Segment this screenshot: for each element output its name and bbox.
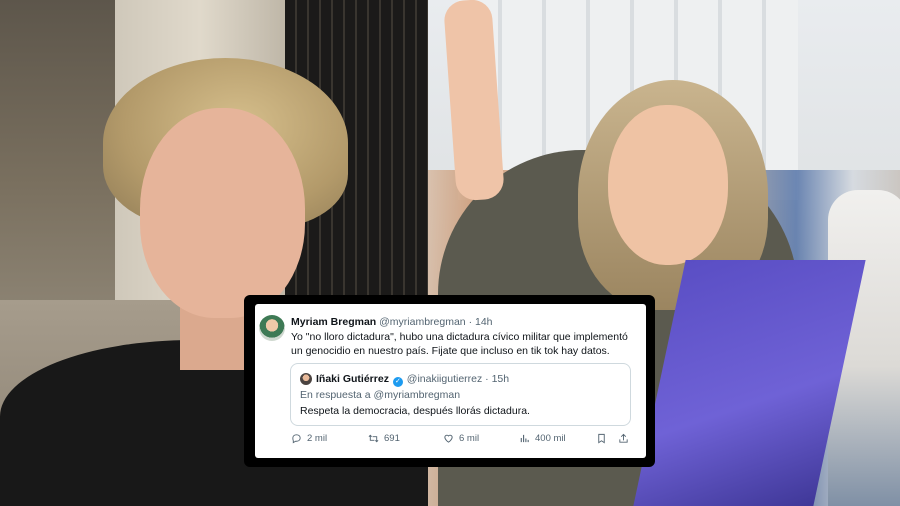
author-handle[interactable]: @myriambregman xyxy=(379,316,466,328)
quoted-dot-separator: · xyxy=(485,373,489,385)
views-chart-icon xyxy=(520,434,529,443)
tweet-text: Yo "no lloro dictadura", hubo una dictad… xyxy=(291,331,628,357)
quoted-author-avatar xyxy=(300,373,312,385)
reply-context: En respuesta a @myriambregman xyxy=(300,389,461,401)
reply-icon xyxy=(292,434,301,444)
quoted-author-handle: @inakiigutierrez xyxy=(406,373,483,385)
share-button[interactable] xyxy=(618,433,629,444)
author-avatar[interactable] xyxy=(259,315,285,341)
woman-face xyxy=(608,105,728,265)
quoted-time: 15h xyxy=(491,373,510,385)
reply-count: 2 mil xyxy=(307,433,328,444)
quoted-header: Iñaki Gutiérrez ✓ @inakiigutierrez · 15h xyxy=(316,373,509,387)
tweet-actions: 2 mil 691 6 mil 400 mil xyxy=(291,433,631,447)
bookmark-button[interactable] xyxy=(596,433,607,444)
verified-badge-icon: ✓ xyxy=(392,377,403,387)
retweet-button[interactable]: 691 xyxy=(368,433,400,444)
young-man-face xyxy=(140,108,305,318)
retweet-count: 691 xyxy=(384,433,400,444)
dot-separator: · xyxy=(468,316,473,328)
tweet-time[interactable]: 14h xyxy=(475,316,493,328)
author-name[interactable]: Myriam Bregman xyxy=(291,316,376,328)
like-count: 6 mil xyxy=(459,433,480,444)
quoted-tweet[interactable]: Iñaki Gutiérrez ✓ @inakiigutierrez · 15h… xyxy=(290,363,631,426)
like-button[interactable]: 6 mil xyxy=(443,433,479,444)
views-count: 400 mil xyxy=(535,433,566,444)
retweet-icon xyxy=(368,434,379,443)
heart-icon xyxy=(444,434,453,443)
views-button[interactable]: 400 mil xyxy=(519,433,566,444)
reply-button[interactable]: 2 mil xyxy=(291,433,327,444)
quoted-text: Respeta la democracia, después llorás di… xyxy=(300,405,530,417)
stone-wall xyxy=(0,0,115,310)
tweet-header: Myriam Bregman @myriambregman · 14h xyxy=(291,316,493,328)
share-icon xyxy=(619,433,628,443)
bookmark-icon xyxy=(598,433,605,444)
tweet-card: Myriam Bregman @myriambregman · 14h Yo "… xyxy=(255,304,646,458)
quoted-author-name: Iñaki Gutiérrez xyxy=(316,373,389,385)
